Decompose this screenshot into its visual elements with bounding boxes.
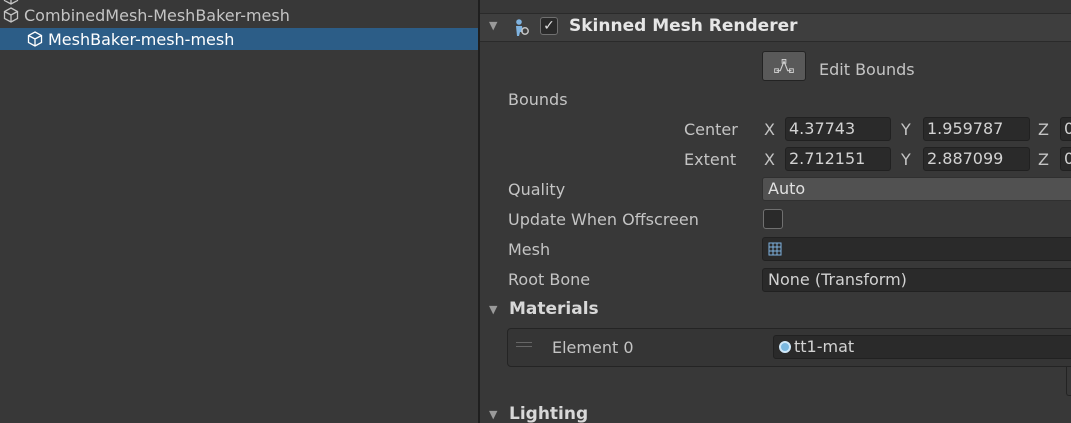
extent-y-field[interactable]: 2.887099 [923,147,1030,171]
component-enabled-checkbox[interactable]: ✓ [540,17,558,35]
bounds-label: Bounds [508,90,568,109]
mesh-object-field[interactable] [762,237,1071,261]
extent-y-axis-label: Y [901,150,911,169]
hierarchy-item-meshbaker-mesh-mesh[interactable]: MeshBaker-mesh-mesh [0,28,478,50]
drag-handle-icon[interactable] [516,342,532,350]
edit-bounds-label: Edit Bounds [819,60,915,79]
hierarchy-item-label: CombinedMesh-MeshBaker-mesh [24,5,290,25]
center-z-field[interactable]: 0 [1060,117,1071,141]
material-icon [779,341,791,353]
lighting-section-title[interactable]: Lighting [509,404,588,423]
extent-z-axis-label: Z [1038,150,1049,169]
foldout-arrow-icon[interactable]: ▼ [489,19,497,32]
mesh-grid-icon [768,242,782,256]
edit-bounds-icon [774,59,794,73]
element-0-label: Element 0 [552,338,634,357]
root-bone-label: Root Bone [508,270,591,289]
inspector-panel: ▼ ✓ Skinned Mesh Renderer Edit Bounds Bo… [480,0,1071,423]
skinned-mesh-renderer-icon [511,17,531,37]
center-label: Center [684,120,738,139]
element-0-value: tt1-mat [794,337,855,356]
update-offscreen-label: Update When Offscreen [508,210,699,229]
center-x-field[interactable]: 4.37743 [785,117,891,141]
root-bone-object-field[interactable]: None (Transform) [762,268,1071,292]
component-title: Skinned Mesh Renderer [569,16,798,36]
cube-icon [26,30,44,48]
hierarchy-item-label: MeshBaker-mesh-mesh [48,29,235,49]
center-x-axis-label: X [764,120,775,139]
mesh-label: Mesh [508,240,551,259]
hierarchy-item-combinedmesh[interactable]: CombinedMesh-MeshBaker-mesh [2,4,290,26]
update-offscreen-checkbox[interactable] [763,209,783,229]
extent-x-axis-label: X [764,150,775,169]
center-z-axis-label: Z [1038,120,1049,139]
quality-label: Quality [508,180,566,199]
extent-z-field[interactable]: 0 [1060,147,1071,171]
materials-section-title[interactable]: Materials [509,299,599,319]
extent-x-field[interactable]: 2.712151 [785,147,891,171]
edit-bounds-button[interactable] [762,51,806,81]
materials-foldout-icon[interactable]: ▼ [489,303,497,316]
hierarchy-panel: CombinedMesh-MeshBaker-mesh MeshBaker-me… [0,0,478,423]
extent-label: Extent [684,150,737,169]
center-y-field[interactable]: 1.959787 [923,117,1030,141]
list-footer-tab [1066,367,1071,396]
center-y-axis-label: Y [901,120,911,139]
lighting-foldout-icon[interactable]: ▼ [489,408,497,421]
cube-icon [2,6,20,24]
element-0-material-field[interactable]: tt1-mat [773,335,1071,359]
quality-dropdown[interactable]: Auto [762,177,1071,201]
